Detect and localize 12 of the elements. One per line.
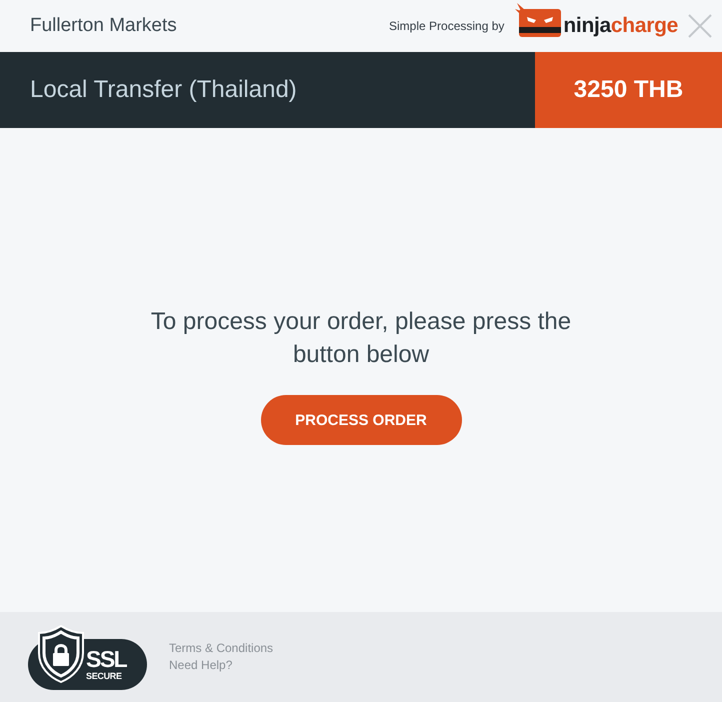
footer-link[interactable]: Terms & Conditions (169, 640, 274, 657)
amount-text: 3250 THB (574, 76, 684, 104)
brand-wordmark: ninjacharge (563, 14, 678, 38)
close-icon[interactable] (688, 14, 712, 38)
instruction-text: To process your order, please press the button below (150, 307, 572, 370)
footer-link[interactable]: Need Help? (169, 657, 274, 674)
process-order-button[interactable]: PROCESS ORDER (260, 395, 462, 445)
ssl-text: SSL (86, 646, 126, 670)
powered-by-text: Simple Processing by (389, 19, 504, 33)
payment-method-title: Local Transfer (Thailand) (29, 76, 297, 104)
merchant-name: Fullerton Markets (30, 15, 177, 37)
secure-text: SECURE (86, 670, 122, 682)
